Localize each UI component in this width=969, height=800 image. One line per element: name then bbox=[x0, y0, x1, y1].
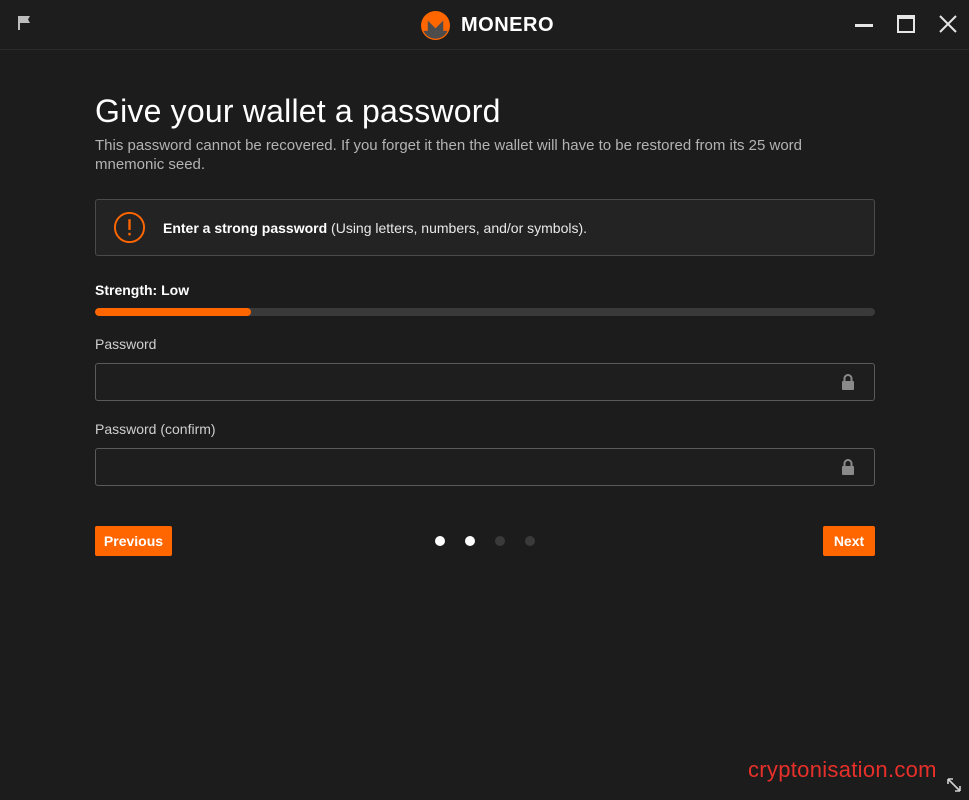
page-dot bbox=[525, 536, 535, 546]
brand: MONERO bbox=[421, 10, 554, 40]
lock-icon bbox=[842, 459, 854, 475]
page-dot bbox=[465, 536, 475, 546]
flag-icon[interactable] bbox=[17, 15, 33, 31]
minimize-icon[interactable] bbox=[853, 13, 875, 35]
app-name: MONERO bbox=[461, 13, 554, 36]
wizard-window: MONERO Give your wallet a password This … bbox=[0, 0, 969, 800]
maximize-icon[interactable] bbox=[895, 13, 917, 35]
close-icon[interactable] bbox=[937, 13, 959, 35]
password-confirm-field[interactable] bbox=[95, 448, 875, 486]
password-confirm-label: Password (confirm) bbox=[95, 421, 216, 437]
page-subtitle: This password cannot be recovered. If yo… bbox=[95, 137, 803, 173]
page-dot bbox=[435, 536, 445, 546]
notice-rest-text: (Using letters, numbers, and/or symbols)… bbox=[327, 219, 588, 236]
strength-label: Strength: Low bbox=[95, 282, 190, 298]
strength-meter-fill bbox=[95, 308, 251, 316]
page-indicator bbox=[435, 536, 555, 546]
warning-circle-icon bbox=[113, 211, 146, 244]
next-button[interactable]: Next bbox=[823, 526, 875, 556]
strength-meter bbox=[95, 308, 875, 316]
password-label: Password bbox=[95, 336, 157, 352]
password-confirm-input[interactable] bbox=[96, 449, 828, 485]
password-notice: Enter a strong password (Using letters, … bbox=[95, 199, 875, 256]
monero-logo-icon bbox=[421, 10, 450, 40]
page-dot bbox=[495, 536, 505, 546]
wizard-content: Give your wallet a password This passwor… bbox=[95, 92, 875, 556]
page-title: Give your wallet a password bbox=[95, 93, 501, 129]
notice-bold-text: Enter a strong password bbox=[163, 219, 328, 236]
password-input[interactable] bbox=[96, 364, 828, 400]
previous-button[interactable]: Previous bbox=[95, 526, 172, 556]
lock-icon bbox=[842, 374, 854, 390]
password-field[interactable] bbox=[95, 363, 875, 401]
notice-text: Enter a strong password (Using letters, … bbox=[163, 220, 587, 236]
title-bar: MONERO bbox=[0, 0, 969, 50]
resize-handle-icon[interactable] bbox=[946, 777, 962, 793]
watermark-text: cryptonisation.com bbox=[748, 757, 937, 782]
